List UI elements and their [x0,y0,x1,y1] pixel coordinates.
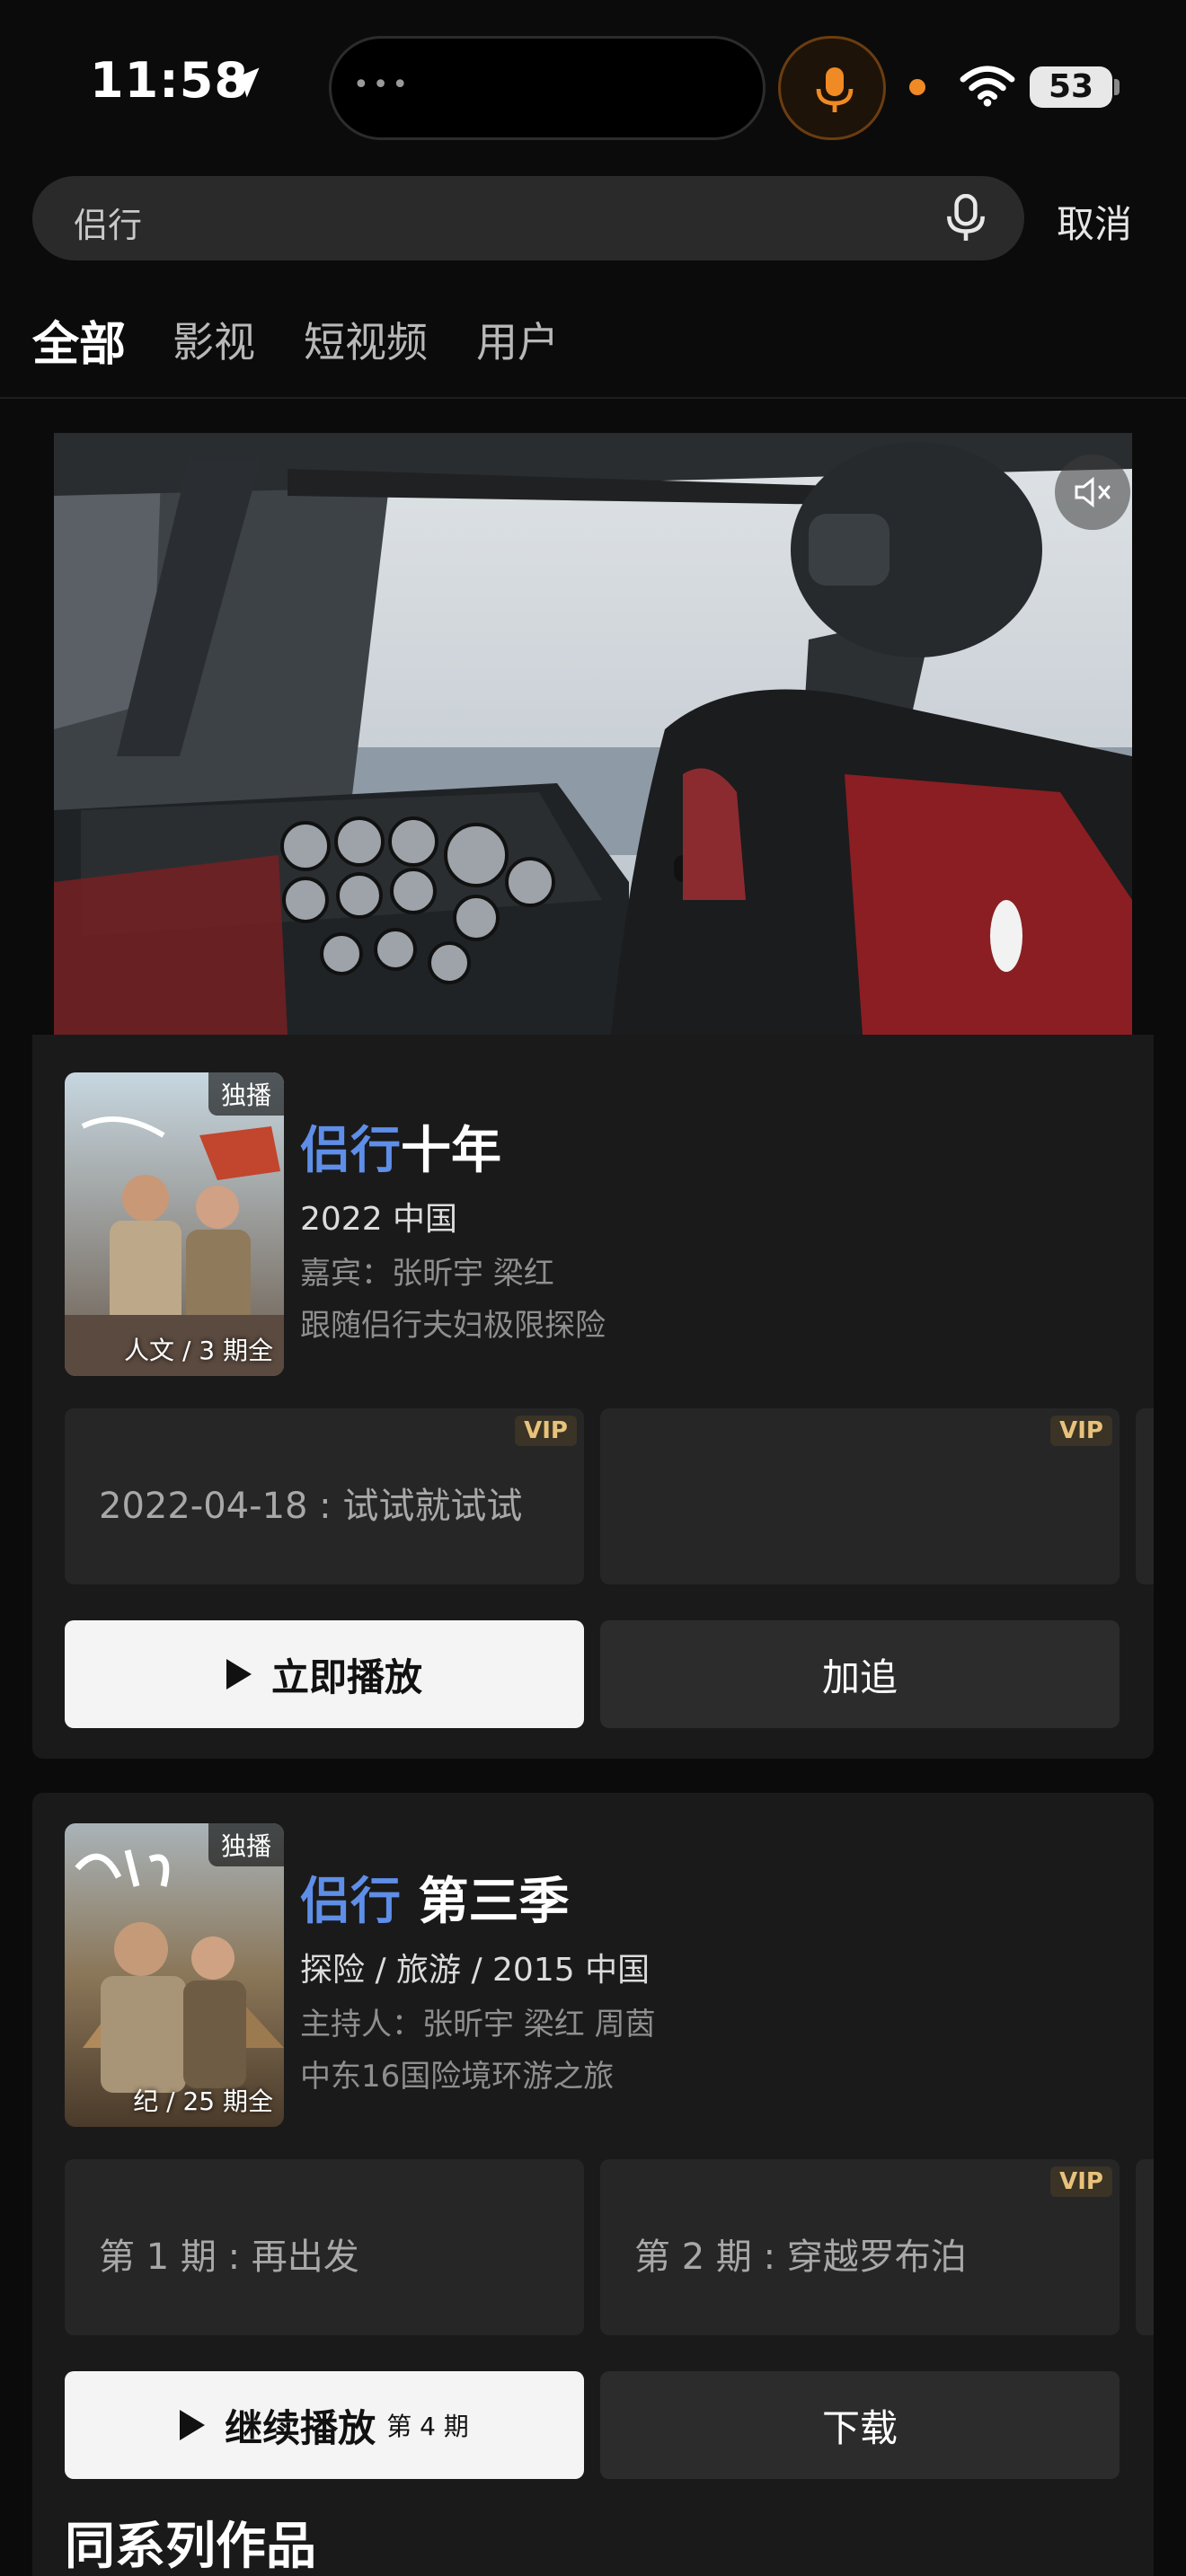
play-icon [180,2410,206,2440]
continue-play-label: 继续播放 [225,2405,376,2450]
battery-tip [1114,79,1120,95]
exclusive-badge: 独播 [208,1823,284,1866]
tab-all[interactable]: 全部 [32,306,126,374]
download-label: 下载 [821,2405,898,2450]
tab-short-video[interactable]: 短视频 [304,310,428,369]
result-meta: 2022 中国 [300,1201,458,1238]
cancel-button[interactable]: 取消 [1057,194,1132,249]
voice-search-icon[interactable] [943,194,988,243]
tabs-divider [0,397,1186,399]
play-now-button[interactable]: 立即播放 [65,1620,584,1728]
video-preview[interactable] [54,433,1132,1035]
episode-card-peek[interactable] [1136,2159,1154,2335]
tab-film-tv[interactable]: 影视 [173,310,255,369]
poster-caption: 人文 / 3 期全 [124,1336,273,1365]
title-highlight: 侣行 [300,1122,401,1180]
episode-card[interactable]: VIP [600,1408,1120,1584]
title-highlight: 侣行 [300,1873,401,1931]
result-cast: 嘉宾：张昕宇 梁红 [300,1256,554,1292]
result-meta: 探险 / 旅游 / 2015 中国 [300,1952,651,1989]
title-rest: 第三季 [401,1873,570,1931]
more-dots-icon: ••• [353,69,412,101]
poster-image[interactable]: 独播 人文 / 3 期全 [65,1072,284,1376]
result-title[interactable]: 侣行 第三季 [300,1861,570,1934]
poster-image[interactable]: 独播 纪 / 25 期全 [65,1823,284,2127]
section-title-series: 同系列作品 [65,2518,316,2576]
play-now-label: 立即播放 [270,1654,422,1699]
mute-icon [1075,476,1111,508]
battery-icon: 53 [1030,66,1112,108]
search-input[interactable]: 侣行 [32,176,1024,260]
result-description: 中东16国险境环游之旅 [300,2059,615,2095]
continue-play-button[interactable]: 继续播放 第 4 期 [65,2371,584,2479]
download-button[interactable]: 下载 [600,2371,1120,2479]
dynamic-island: ••• [329,36,766,140]
episode-card[interactable]: 第 1 期 : 再出发 [65,2159,584,2335]
vip-badge: VIP [515,1416,577,1446]
poster-caption: 纪 / 25 期全 [133,2086,273,2116]
episode-label: 第 2 期 : 穿越罗布泊 [634,2236,967,2278]
vip-badge: VIP [1050,1416,1112,1446]
location-arrow-icon [229,67,260,98]
mute-button[interactable] [1055,454,1130,530]
follow-button[interactable]: 加追 [600,1620,1120,1728]
result-card[interactable]: 独播 纪 / 25 期全 侣行 第三季 探险 / 旅游 / 2015 中国 主持… [32,1793,1154,2576]
episode-label: 2022-04-18 : 试试就试试 [99,1486,523,1527]
result-cast: 主持人：张昕宇 梁红 周茵 [300,2007,656,2042]
episode-label: 第 1 期 : 再出发 [99,2236,359,2278]
episode-card-peek[interactable] [1136,1408,1154,1584]
exclusive-badge: 独播 [208,1072,284,1116]
wifi-icon [960,66,1015,107]
title-rest: 十年 [401,1122,501,1180]
episode-card[interactable]: 2022-04-18 : 试试就试试 VIP [65,1408,584,1584]
microphone-icon [816,67,854,112]
status-bar: 11:58 ••• 53 [0,0,1186,171]
result-description: 跟随侣行夫妇极限探险 [300,1308,606,1344]
play-icon [226,1659,252,1689]
result-card[interactable]: 独播 人文 / 3 期全 侣行十年 2022 中国 嘉宾：张昕宇 梁红 跟随侣行… [32,1035,1154,1759]
recording-dot [909,79,925,95]
search-query: 侣行 [74,206,143,245]
video-frame-image [54,433,1132,1035]
vip-badge: VIP [1050,2166,1112,2197]
follow-label: 加追 [821,1654,898,1699]
microphone-indicator [778,36,886,140]
tab-users[interactable]: 用户 [476,310,559,369]
episode-card[interactable]: 第 2 期 : 穿越罗布泊 VIP [600,2159,1120,2335]
continue-episode-label: 第 4 期 [386,2412,469,2441]
result-title[interactable]: 侣行十年 [300,1110,501,1183]
